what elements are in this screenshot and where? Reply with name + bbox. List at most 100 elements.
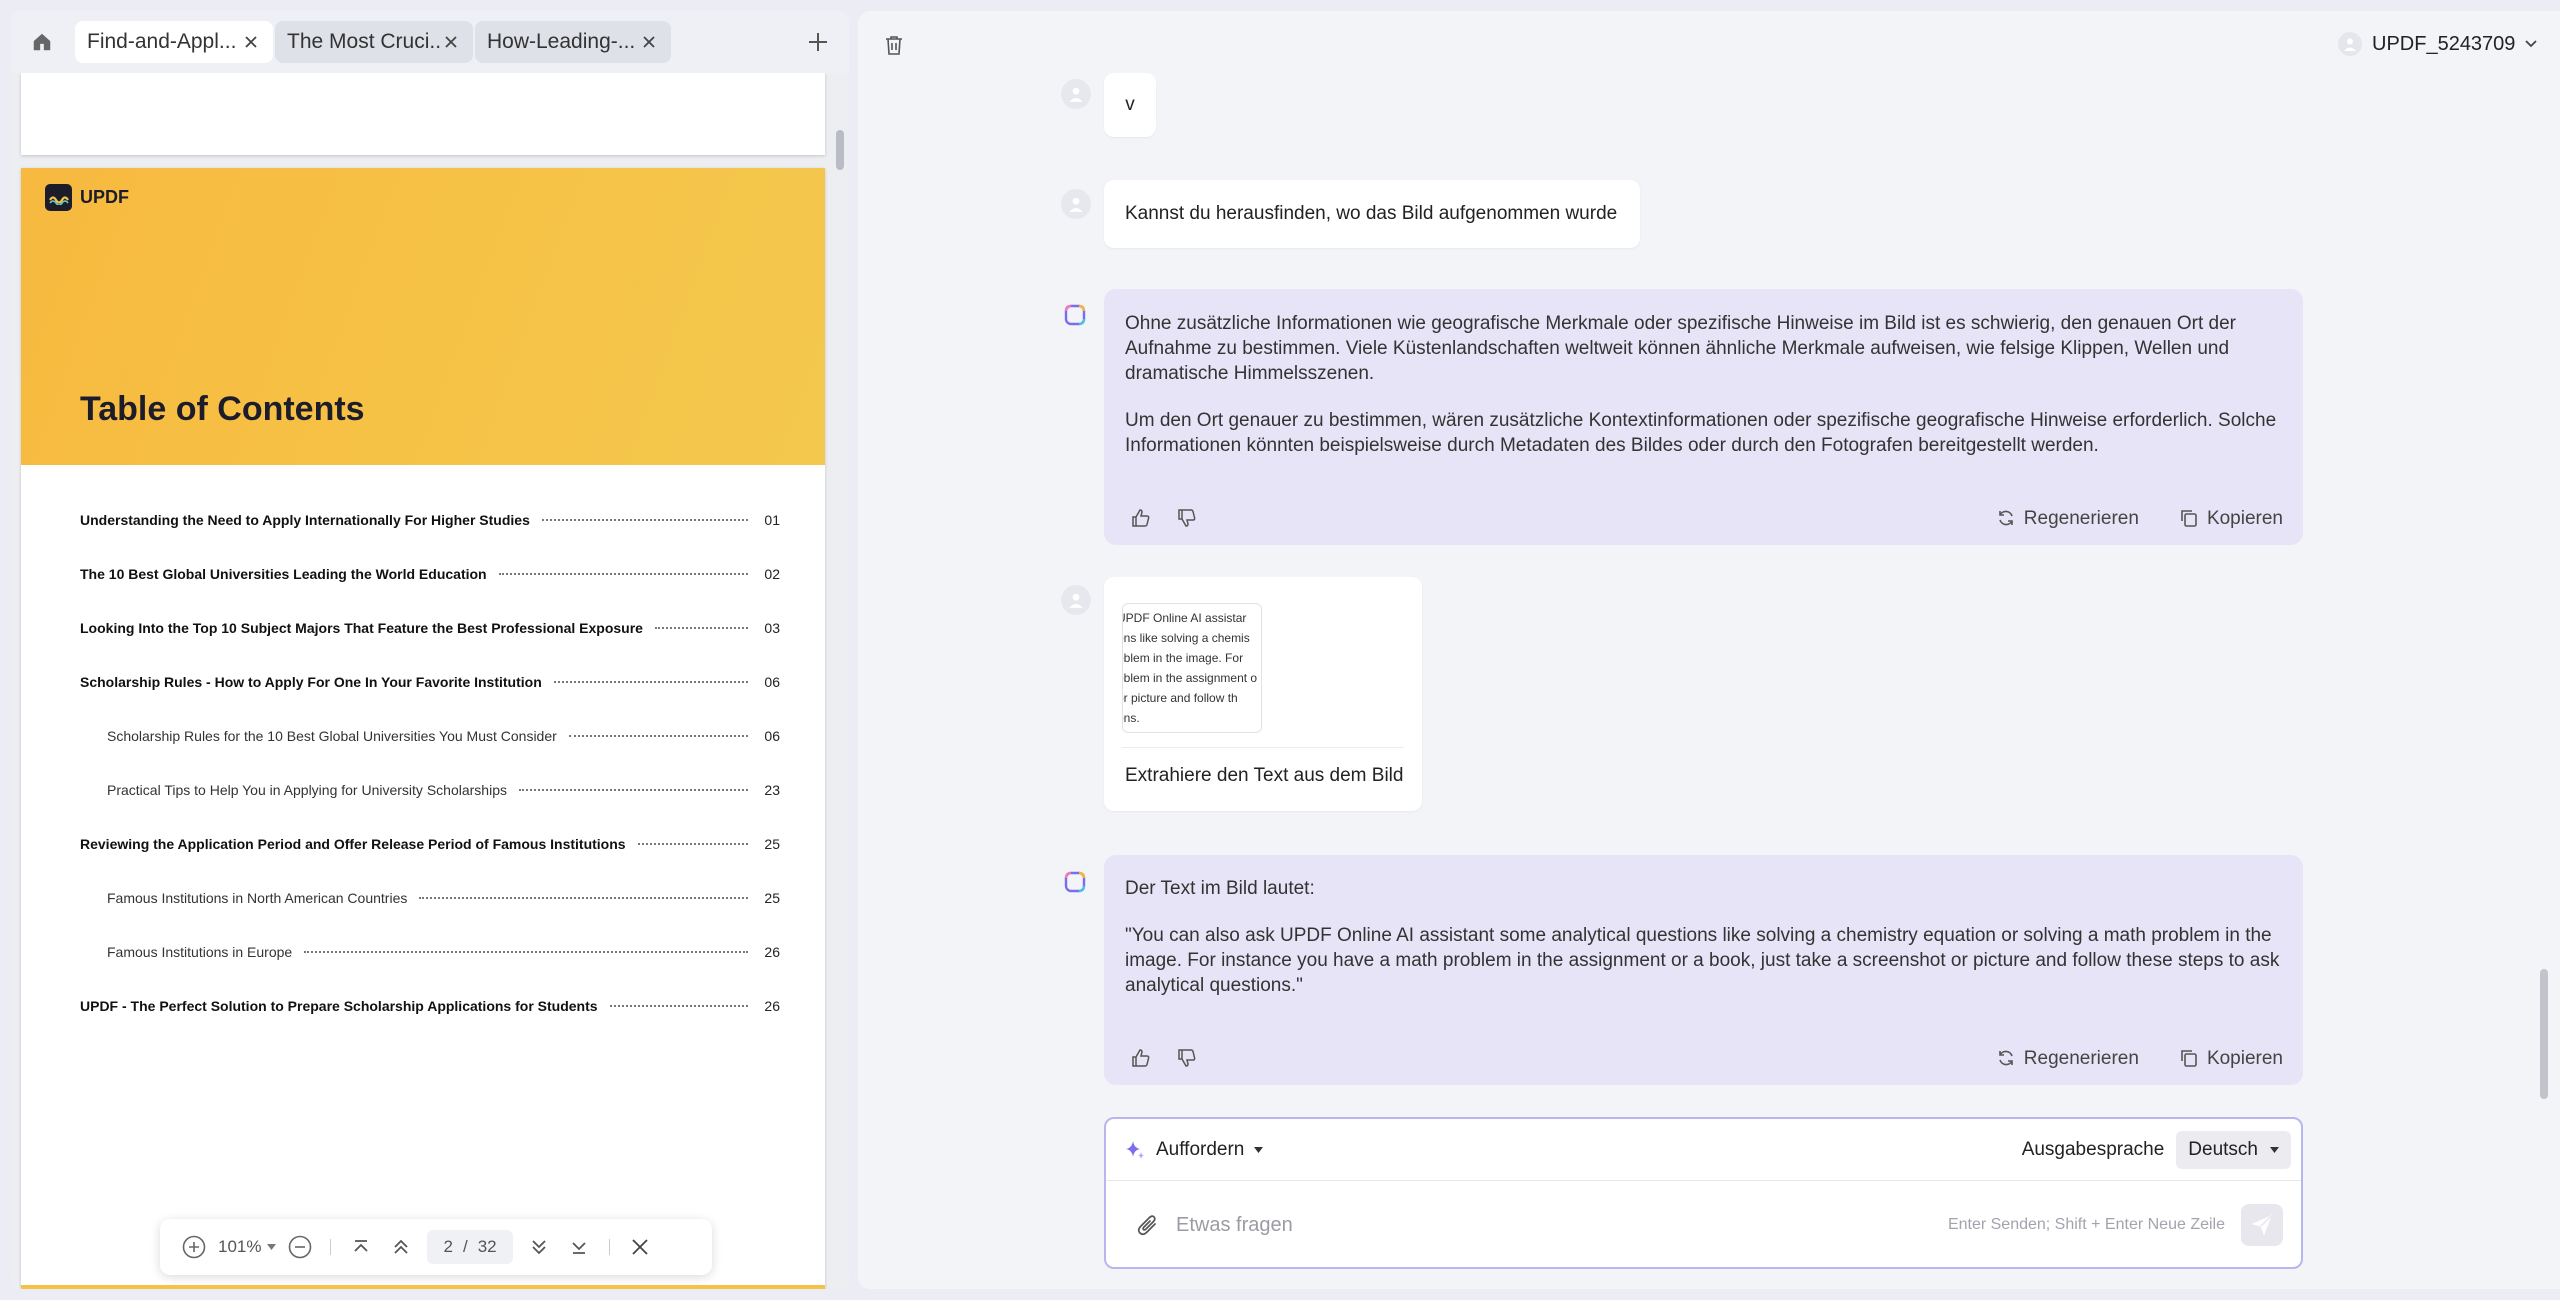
thumbs-up-button[interactable]: [1124, 501, 1158, 535]
toc-entry[interactable]: Practical Tips to Help You in Applying f…: [80, 778, 780, 802]
document-canvas[interactable]: UPDF Table of Contents Understanding the…: [11, 73, 849, 1289]
image-text-line: ons.: [1123, 711, 1140, 725]
updf-logo-icon: [45, 184, 72, 211]
toc-entry[interactable]: UPDF - The Perfect Solution to Prepare S…: [80, 994, 780, 1018]
attach-button[interactable]: [1134, 1211, 1162, 1239]
thumbs-down-button[interactable]: [1170, 1041, 1204, 1075]
close-icon[interactable]: [241, 32, 261, 52]
toc-entry[interactable]: Understanding the Need to Apply Internat…: [80, 508, 780, 532]
message-paragraph: Um den Ort genauer zu bestimmen, wären z…: [1125, 410, 2277, 456]
send-button[interactable]: [2241, 1204, 2283, 1246]
close-icon[interactable]: [442, 32, 461, 52]
message-text: Kannst du herausfinden, wo das Bild aufg…: [1125, 203, 1618, 224]
double-chevron-up-icon: [394, 1239, 409, 1254]
user-icon: [1069, 593, 1083, 608]
double-chevron-down-icon: [531, 1240, 546, 1255]
image-text-line: oblem in the image. For: [1122, 651, 1244, 665]
composer-options: Auffordern Ausgabesprache Deutsch: [1106, 1119, 2301, 1181]
user-icon: [2344, 38, 2356, 51]
dot-leader: [637, 843, 748, 845]
zoom-level-select[interactable]: 101%: [214, 1237, 280, 1257]
home-icon: [33, 33, 51, 51]
regenerate-button[interactable]: Regenerieren: [1996, 506, 2139, 531]
zoom-out-button[interactable]: [280, 1227, 320, 1267]
copy-button[interactable]: Kopieren: [2179, 1046, 2283, 1071]
toc-entry-page: 02: [764, 566, 780, 582]
message-paragraph: Der Text im Bild lautet:: [1125, 878, 1315, 899]
tab-document-2[interactable]: The Most Cruci...: [275, 21, 473, 63]
regenerate-label: Regenerieren: [2023, 1047, 2139, 1069]
dot-leader: [541, 519, 748, 521]
thumbs-up-icon: [1132, 1049, 1150, 1067]
ai-message: Der Text im Bild lautet: "You can also a…: [1104, 855, 2303, 1085]
tab-document-1[interactable]: Find-and-Appl...: [75, 21, 273, 63]
regenerate-button[interactable]: Regenerieren: [1996, 1046, 2139, 1071]
first-page-button[interactable]: [341, 1227, 381, 1267]
toc-entry[interactable]: Reviewing the Application Period and Off…: [80, 832, 780, 856]
toc-entry-title: The 10 Best Global Universities Leading …: [80, 566, 487, 582]
dot-leader: [553, 681, 748, 683]
thumbs-down-icon: [1178, 1049, 1196, 1067]
user-avatar: [1061, 79, 1091, 109]
keyboard-hint: Enter Senden; Shift + Enter Neue Zeile: [1947, 1216, 2225, 1233]
attached-image[interactable]: UPDF Online AI assistar ons like solving…: [1122, 603, 1262, 733]
caret-down-icon: [1254, 1146, 1264, 1153]
dot-leader: [498, 573, 748, 575]
current-page: 2: [443, 1237, 453, 1256]
prompt-menu-button[interactable]: Auffordern: [1124, 1139, 1264, 1161]
page-number-input[interactable]: 2 / 32: [427, 1230, 513, 1264]
toc-entry-title: Famous Institutions in Europe: [107, 944, 293, 960]
pdf-page-1: [21, 73, 825, 155]
thumbs-up-icon: [1132, 509, 1150, 527]
home-button[interactable]: [29, 29, 55, 55]
next-page-button[interactable]: [519, 1227, 559, 1267]
document-scrollbar[interactable]: [836, 130, 844, 170]
toc-entry[interactable]: Famous Institutions in North American Co…: [80, 886, 780, 910]
username: UPDF_5243709: [2372, 32, 2516, 55]
toc-entry-title: Famous Institutions in North American Co…: [107, 890, 408, 906]
toc-entry[interactable]: The 10 Best Global Universities Leading …: [80, 562, 780, 586]
close-icon[interactable]: [639, 32, 659, 52]
toc-entry-page: 06: [764, 674, 780, 690]
user-icon: [1069, 87, 1083, 102]
ai-message: Ohne zusätzliche Informationen wie geogr…: [1104, 289, 2303, 545]
toc-entry[interactable]: Scholarship Rules for the 10 Best Global…: [80, 724, 780, 748]
tab-document-3[interactable]: How-Leading-...: [475, 21, 671, 63]
caret-down-icon: [267, 1244, 277, 1250]
ai-assistant-icon: [1064, 871, 1086, 893]
chat-scrollbar[interactable]: [2540, 969, 2548, 1099]
toc-entry-page: 06: [764, 728, 780, 744]
user-avatar: [1061, 189, 1091, 219]
zoom-in-icon: [182, 1235, 206, 1259]
toc-entry-page: 03: [764, 620, 780, 636]
last-page-button[interactable]: [559, 1227, 599, 1267]
thumbs-down-button[interactable]: [1170, 501, 1204, 535]
message-actions: Regenerieren Kopieren: [1104, 1031, 2303, 1085]
page-separator: /: [462, 1237, 468, 1256]
previous-page-button[interactable]: [381, 1227, 421, 1267]
zoom-in-button[interactable]: [174, 1227, 214, 1267]
toc-entry[interactable]: Famous Institutions in Europe 26: [80, 940, 780, 964]
clear-chat-button[interactable]: [878, 29, 910, 61]
language-value: Deutsch: [2188, 1138, 2258, 1160]
tab-label: Find-and-Appl...: [87, 30, 237, 53]
dot-leader: [654, 627, 748, 629]
dot-leader: [568, 735, 748, 737]
toc-title: Table of Contents: [80, 390, 365, 428]
refresh-icon: [1998, 1050, 2013, 1066]
plus-icon: [809, 33, 827, 51]
thumbs-up-button[interactable]: [1124, 1041, 1158, 1075]
ai-assistant-icon: [1064, 304, 1086, 326]
chevron-down-icon: [2525, 40, 2538, 48]
user-menu[interactable]: UPDF_5243709: [2338, 27, 2538, 61]
user-message: Kannst du herausfinden, wo das Bild aufg…: [1104, 180, 1640, 248]
close-toolbar-button[interactable]: [620, 1227, 660, 1267]
copy-button[interactable]: Kopieren: [2179, 506, 2283, 531]
tab-bar: Find-and-Appl... The Most Cruci... How-L…: [11, 11, 849, 73]
pdf-viewer-panel: Find-and-Appl... The Most Cruci... How-L…: [11, 11, 849, 1289]
chat-input[interactable]: [1176, 1213, 1948, 1237]
new-tab-button[interactable]: [805, 29, 831, 55]
language-select[interactable]: Deutsch: [2176, 1130, 2291, 1169]
toc-entry[interactable]: Scholarship Rules - How to Apply For One…: [80, 670, 780, 694]
toc-entry[interactable]: Looking Into the Top 10 Subject Majors T…: [80, 616, 780, 640]
